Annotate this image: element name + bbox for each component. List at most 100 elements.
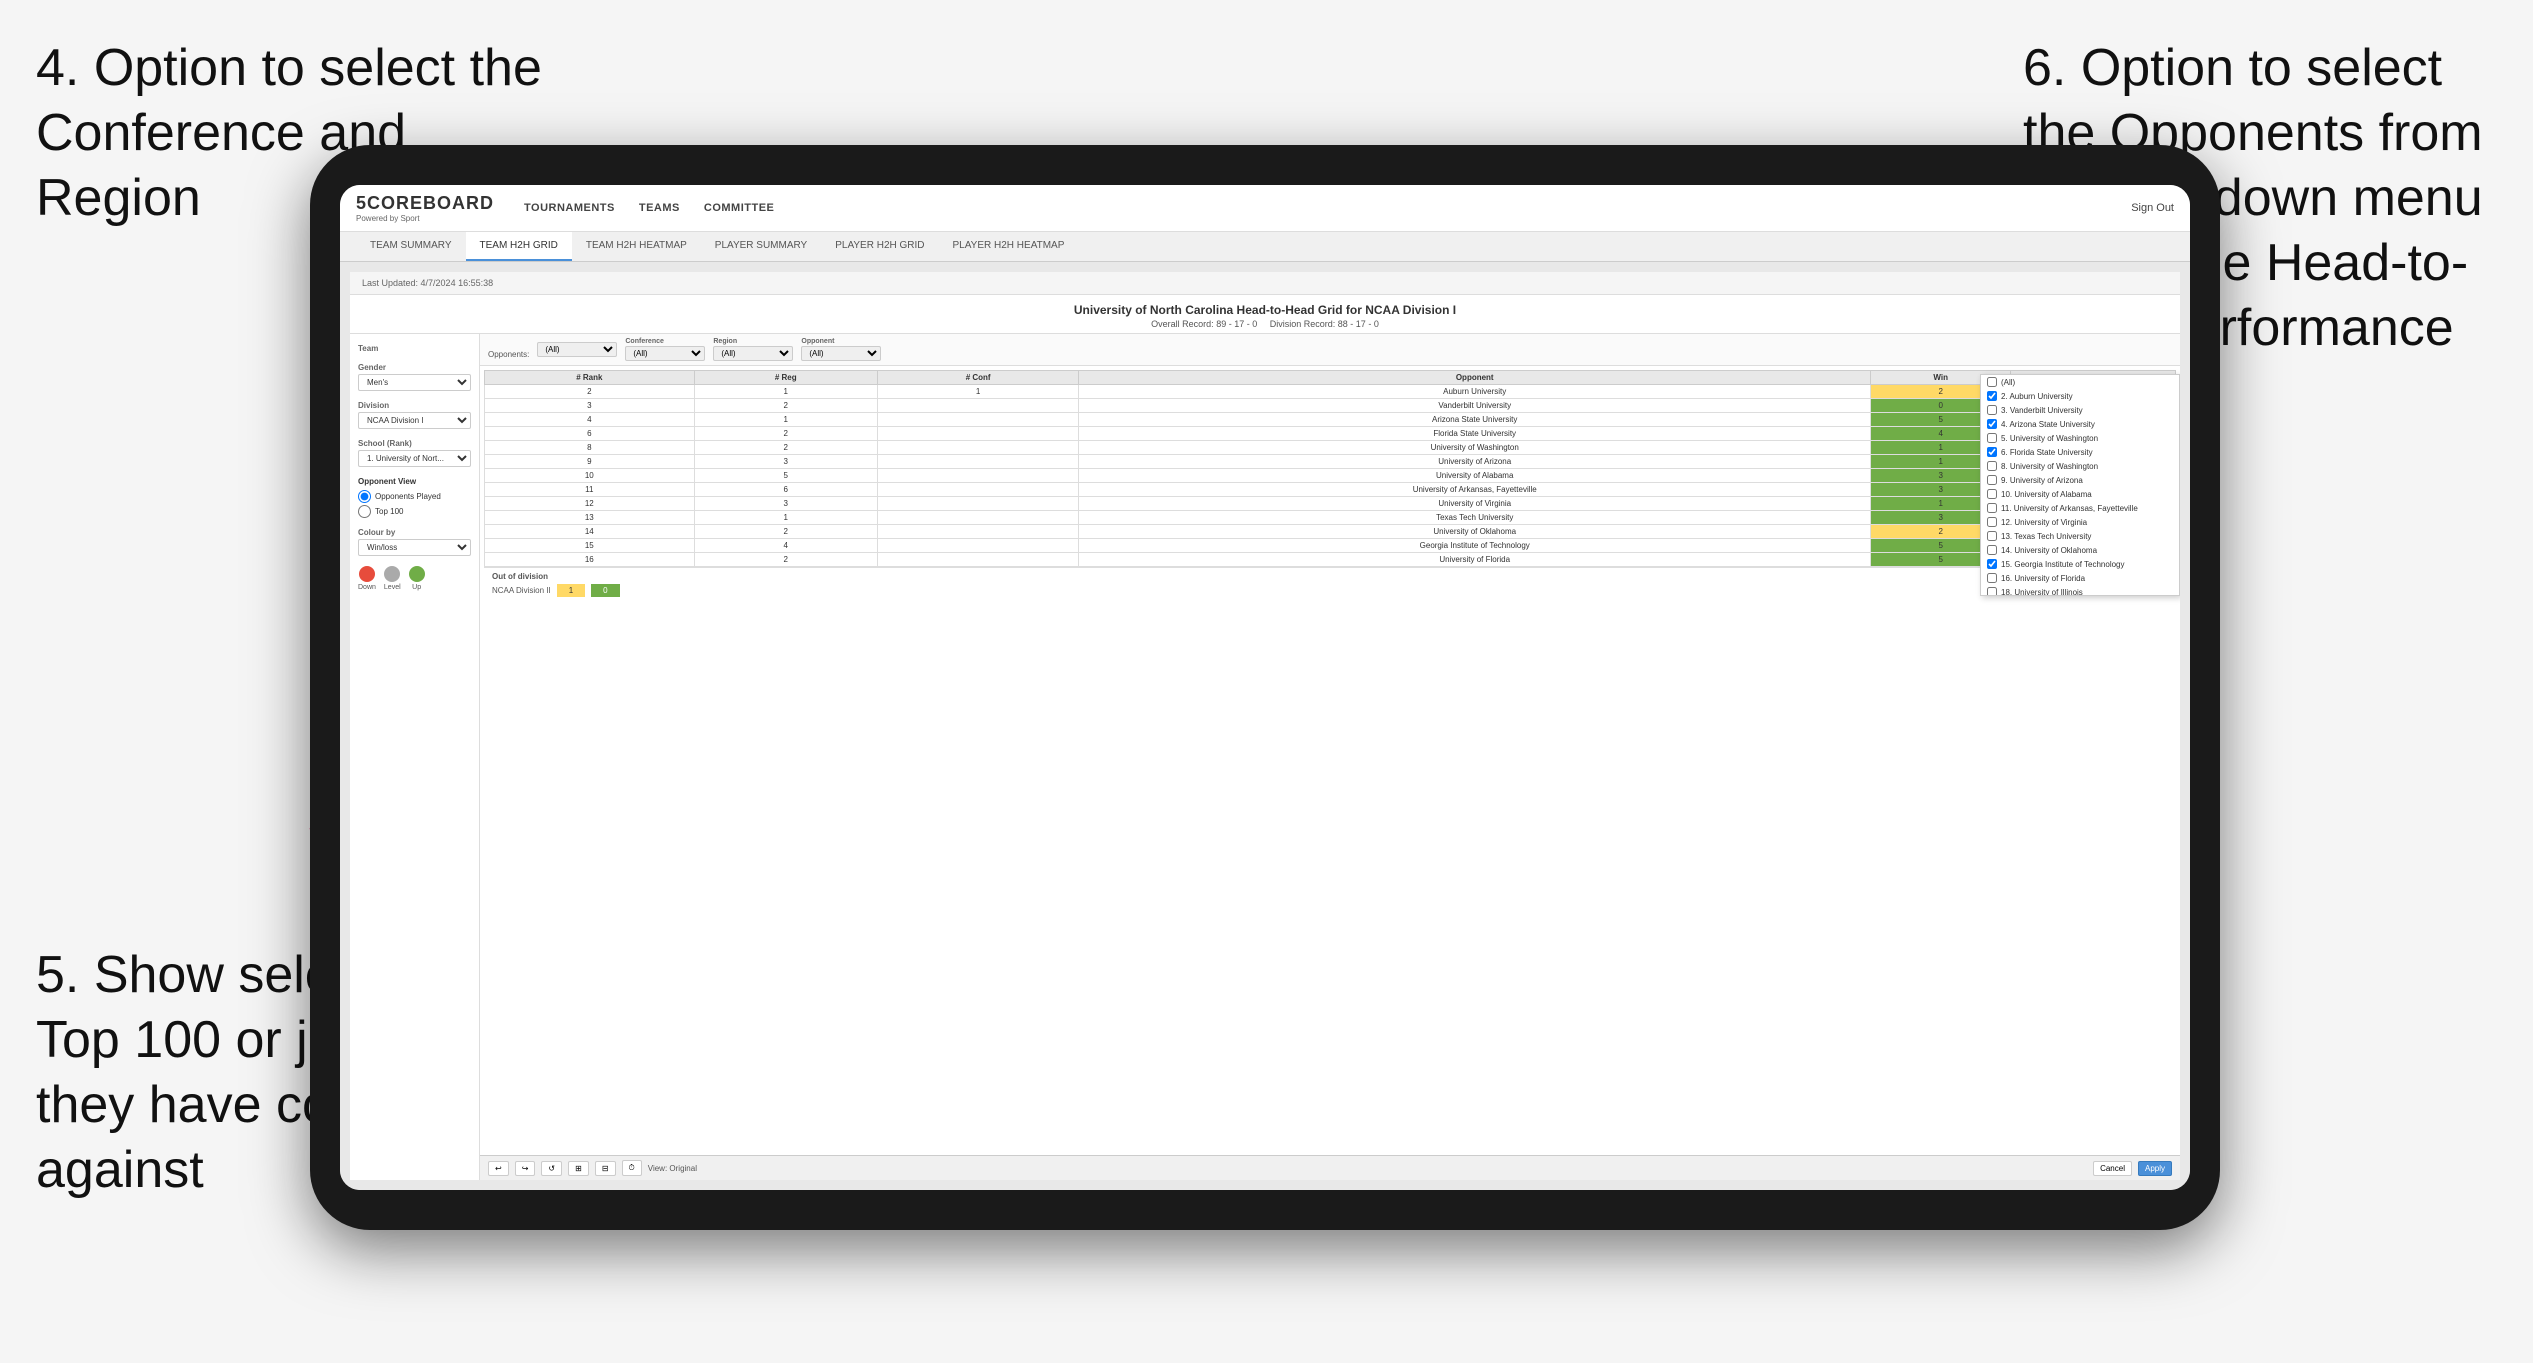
- out-div-win: 1: [557, 584, 585, 597]
- filter-opponents-select[interactable]: (All): [537, 342, 617, 357]
- dropdown-item[interactable]: 5. University of Washington: [1981, 431, 2179, 445]
- dropdown-list: (All)2. Auburn University3. Vanderbilt U…: [1981, 375, 2179, 595]
- sign-out-link[interactable]: Sign Out: [2131, 202, 2174, 214]
- subnav-team-h2h-heatmap[interactable]: TEAM H2H HEATMAP: [572, 232, 701, 261]
- dropdown-item[interactable]: 6. Florida State University: [1981, 445, 2179, 459]
- dropdown-item[interactable]: 14. University of Oklahoma: [1981, 543, 2179, 557]
- colour-label-level: Level: [384, 584, 401, 591]
- table-row: 62Florida State University42: [485, 427, 2176, 441]
- nav-tournaments[interactable]: TOURNAMENTS: [524, 198, 615, 218]
- dropdown-item[interactable]: 13. Texas Tech University: [1981, 529, 2179, 543]
- colour-dots: Down Level Up: [358, 566, 471, 591]
- dropdown-checkbox[interactable]: [1987, 419, 1997, 429]
- dropdown-checkbox[interactable]: [1987, 545, 1997, 555]
- subnav-player-summary[interactable]: PLAYER SUMMARY: [701, 232, 821, 261]
- sidebar-gender-select[interactable]: Men's: [358, 374, 471, 391]
- filter-conference-select[interactable]: (All): [625, 346, 705, 361]
- nav-teams[interactable]: TEAMS: [639, 198, 680, 218]
- dropdown-item[interactable]: 10. University of Alabama: [1981, 487, 2179, 501]
- dropdown-checkbox[interactable]: [1987, 559, 1997, 569]
- table-row: 105University of Alabama30: [485, 469, 2176, 483]
- sidebar-division-label: Division: [358, 401, 471, 410]
- dropdown-item[interactable]: 15. Georgia Institute of Technology: [1981, 557, 2179, 571]
- dropdown-item[interactable]: 4. Arizona State University: [1981, 417, 2179, 431]
- logo-area: 5COREBOARD Powered by Sport: [356, 193, 494, 223]
- colour-item-down: Down: [358, 566, 376, 591]
- dropdown-checkbox[interactable]: [1987, 475, 1997, 485]
- dropdown-checkbox[interactable]: [1987, 433, 1997, 443]
- subnav-player-h2h-heatmap[interactable]: PLAYER H2H HEATMAP: [939, 232, 1079, 261]
- dropdown-item[interactable]: 11. University of Arkansas, Fayetteville: [1981, 501, 2179, 515]
- colour-dot-up: [409, 566, 425, 582]
- sidebar-division-select[interactable]: NCAA Division I: [358, 412, 471, 429]
- filter-opponent-label: Opponent: [801, 338, 881, 345]
- dropdown-checkbox[interactable]: [1987, 405, 1997, 415]
- dropdown-item[interactable]: 18. University of Illinois: [1981, 585, 2179, 595]
- dropdown-item[interactable]: 8. University of Washington: [1981, 459, 2179, 473]
- panel-header: Last Updated: 4/7/2024 16:55:38: [350, 272, 2180, 295]
- radio-opponents-played[interactable]: Opponents Played: [358, 490, 471, 503]
- sidebar-division-group: Division NCAA Division I: [358, 401, 471, 429]
- sidebar-school-group: School (Rank) 1. University of Nort...: [358, 439, 471, 467]
- dropdown-checkbox[interactable]: [1987, 377, 1997, 387]
- nav-committee[interactable]: COMMITTEE: [704, 198, 775, 218]
- dropdown-item[interactable]: 9. University of Arizona: [1981, 473, 2179, 487]
- opponent-dropdown[interactable]: (All)2. Auburn University3. Vanderbilt U…: [1980, 374, 2180, 596]
- grid-records: Overall Record: 89 - 17 - 0 Division Rec…: [350, 319, 2180, 329]
- cancel-button[interactable]: Cancel: [2093, 1161, 2132, 1176]
- dropdown-checkbox[interactable]: [1987, 573, 1997, 583]
- toolbar-refresh[interactable]: ↺: [541, 1161, 562, 1176]
- radio-opponents-played-input[interactable]: [358, 490, 371, 503]
- subnav-team-summary[interactable]: TEAM SUMMARY: [356, 232, 466, 261]
- dropdown-checkbox[interactable]: [1987, 391, 1997, 401]
- radio-top100[interactable]: Top 100: [358, 505, 471, 518]
- filter-opponent-group: Opponent (All): [801, 338, 881, 361]
- overall-record-label: Overall Record:: [1151, 319, 1214, 329]
- toolbar-redo[interactable]: ↪: [515, 1161, 536, 1176]
- subnav-team-h2h-grid[interactable]: TEAM H2H GRID: [466, 232, 572, 261]
- filter-conference-group: Conference (All): [625, 338, 705, 361]
- apply-button[interactable]: Apply: [2138, 1161, 2172, 1176]
- dropdown-checkbox[interactable]: [1987, 461, 1997, 471]
- sidebar-school-select[interactable]: 1. University of Nort...: [358, 450, 471, 467]
- col-conf: # Conf: [877, 371, 1079, 385]
- dropdown-item[interactable]: 12. University of Virginia: [1981, 515, 2179, 529]
- dropdown-item-label: 18. University of Illinois: [2001, 588, 2083, 596]
- logo-text: 5COREBOARD: [356, 193, 494, 214]
- dropdown-item[interactable]: 3. Vanderbilt University: [1981, 403, 2179, 417]
- table-row: 32Vanderbilt University04: [485, 399, 2176, 413]
- filter-opponent-select[interactable]: (All): [801, 346, 881, 361]
- dropdown-item[interactable]: (All): [1981, 375, 2179, 389]
- dropdown-checkbox[interactable]: [1987, 503, 1997, 513]
- table-row: 41Arizona State University51: [485, 413, 2176, 427]
- table-row: 123University of Virginia10: [485, 497, 2176, 511]
- dropdown-item-label: 12. University of Virginia: [2001, 518, 2087, 527]
- dropdown-checkbox[interactable]: [1987, 531, 1997, 541]
- colour-legend: Down Level Up: [358, 566, 471, 591]
- dropdown-item-label: 16. University of Florida: [2001, 574, 2085, 583]
- sidebar-gender-group: Gender Men's: [358, 363, 471, 391]
- dropdown-item[interactable]: 16. University of Florida: [1981, 571, 2179, 585]
- sidebar-opponent-view: Opponent View Opponents Played Top 100: [358, 477, 471, 518]
- dropdown-checkbox[interactable]: [1987, 489, 1997, 499]
- filter-region-select[interactable]: (All): [713, 346, 793, 361]
- subnav-player-h2h-grid[interactable]: PLAYER H2H GRID: [821, 232, 938, 261]
- toolbar-undo[interactable]: ↩: [488, 1161, 509, 1176]
- dropdown-checkbox[interactable]: [1987, 587, 1997, 595]
- last-updated: Last Updated: 4/7/2024 16:55:38: [362, 278, 493, 288]
- toolbar-copy[interactable]: ⊞: [568, 1161, 589, 1176]
- tablet-frame: 5COREBOARD Powered by Sport TOURNAMENTS …: [310, 145, 2220, 1230]
- dropdown-checkbox[interactable]: [1987, 447, 1997, 457]
- toolbar-clock[interactable]: ⏱: [622, 1160, 642, 1176]
- division-record: 88 - 17 - 0: [1338, 319, 1379, 329]
- radio-top100-label: Top 100: [375, 507, 403, 516]
- dropdown-checkbox[interactable]: [1987, 517, 1997, 527]
- sidebar-colour-select[interactable]: Win/loss: [358, 539, 471, 556]
- dropdown-item[interactable]: 2. Auburn University: [1981, 389, 2179, 403]
- colour-label-up: Up: [412, 584, 421, 591]
- table-header-row: # Rank # Reg # Conf Opponent Win Loss: [485, 371, 2176, 385]
- dropdown-item-label: 9. University of Arizona: [2001, 476, 2083, 485]
- nav-bar: 5COREBOARD Powered by Sport TOURNAMENTS …: [340, 185, 2190, 232]
- toolbar-paste[interactable]: ⊟: [595, 1161, 616, 1176]
- radio-top100-input[interactable]: [358, 505, 371, 518]
